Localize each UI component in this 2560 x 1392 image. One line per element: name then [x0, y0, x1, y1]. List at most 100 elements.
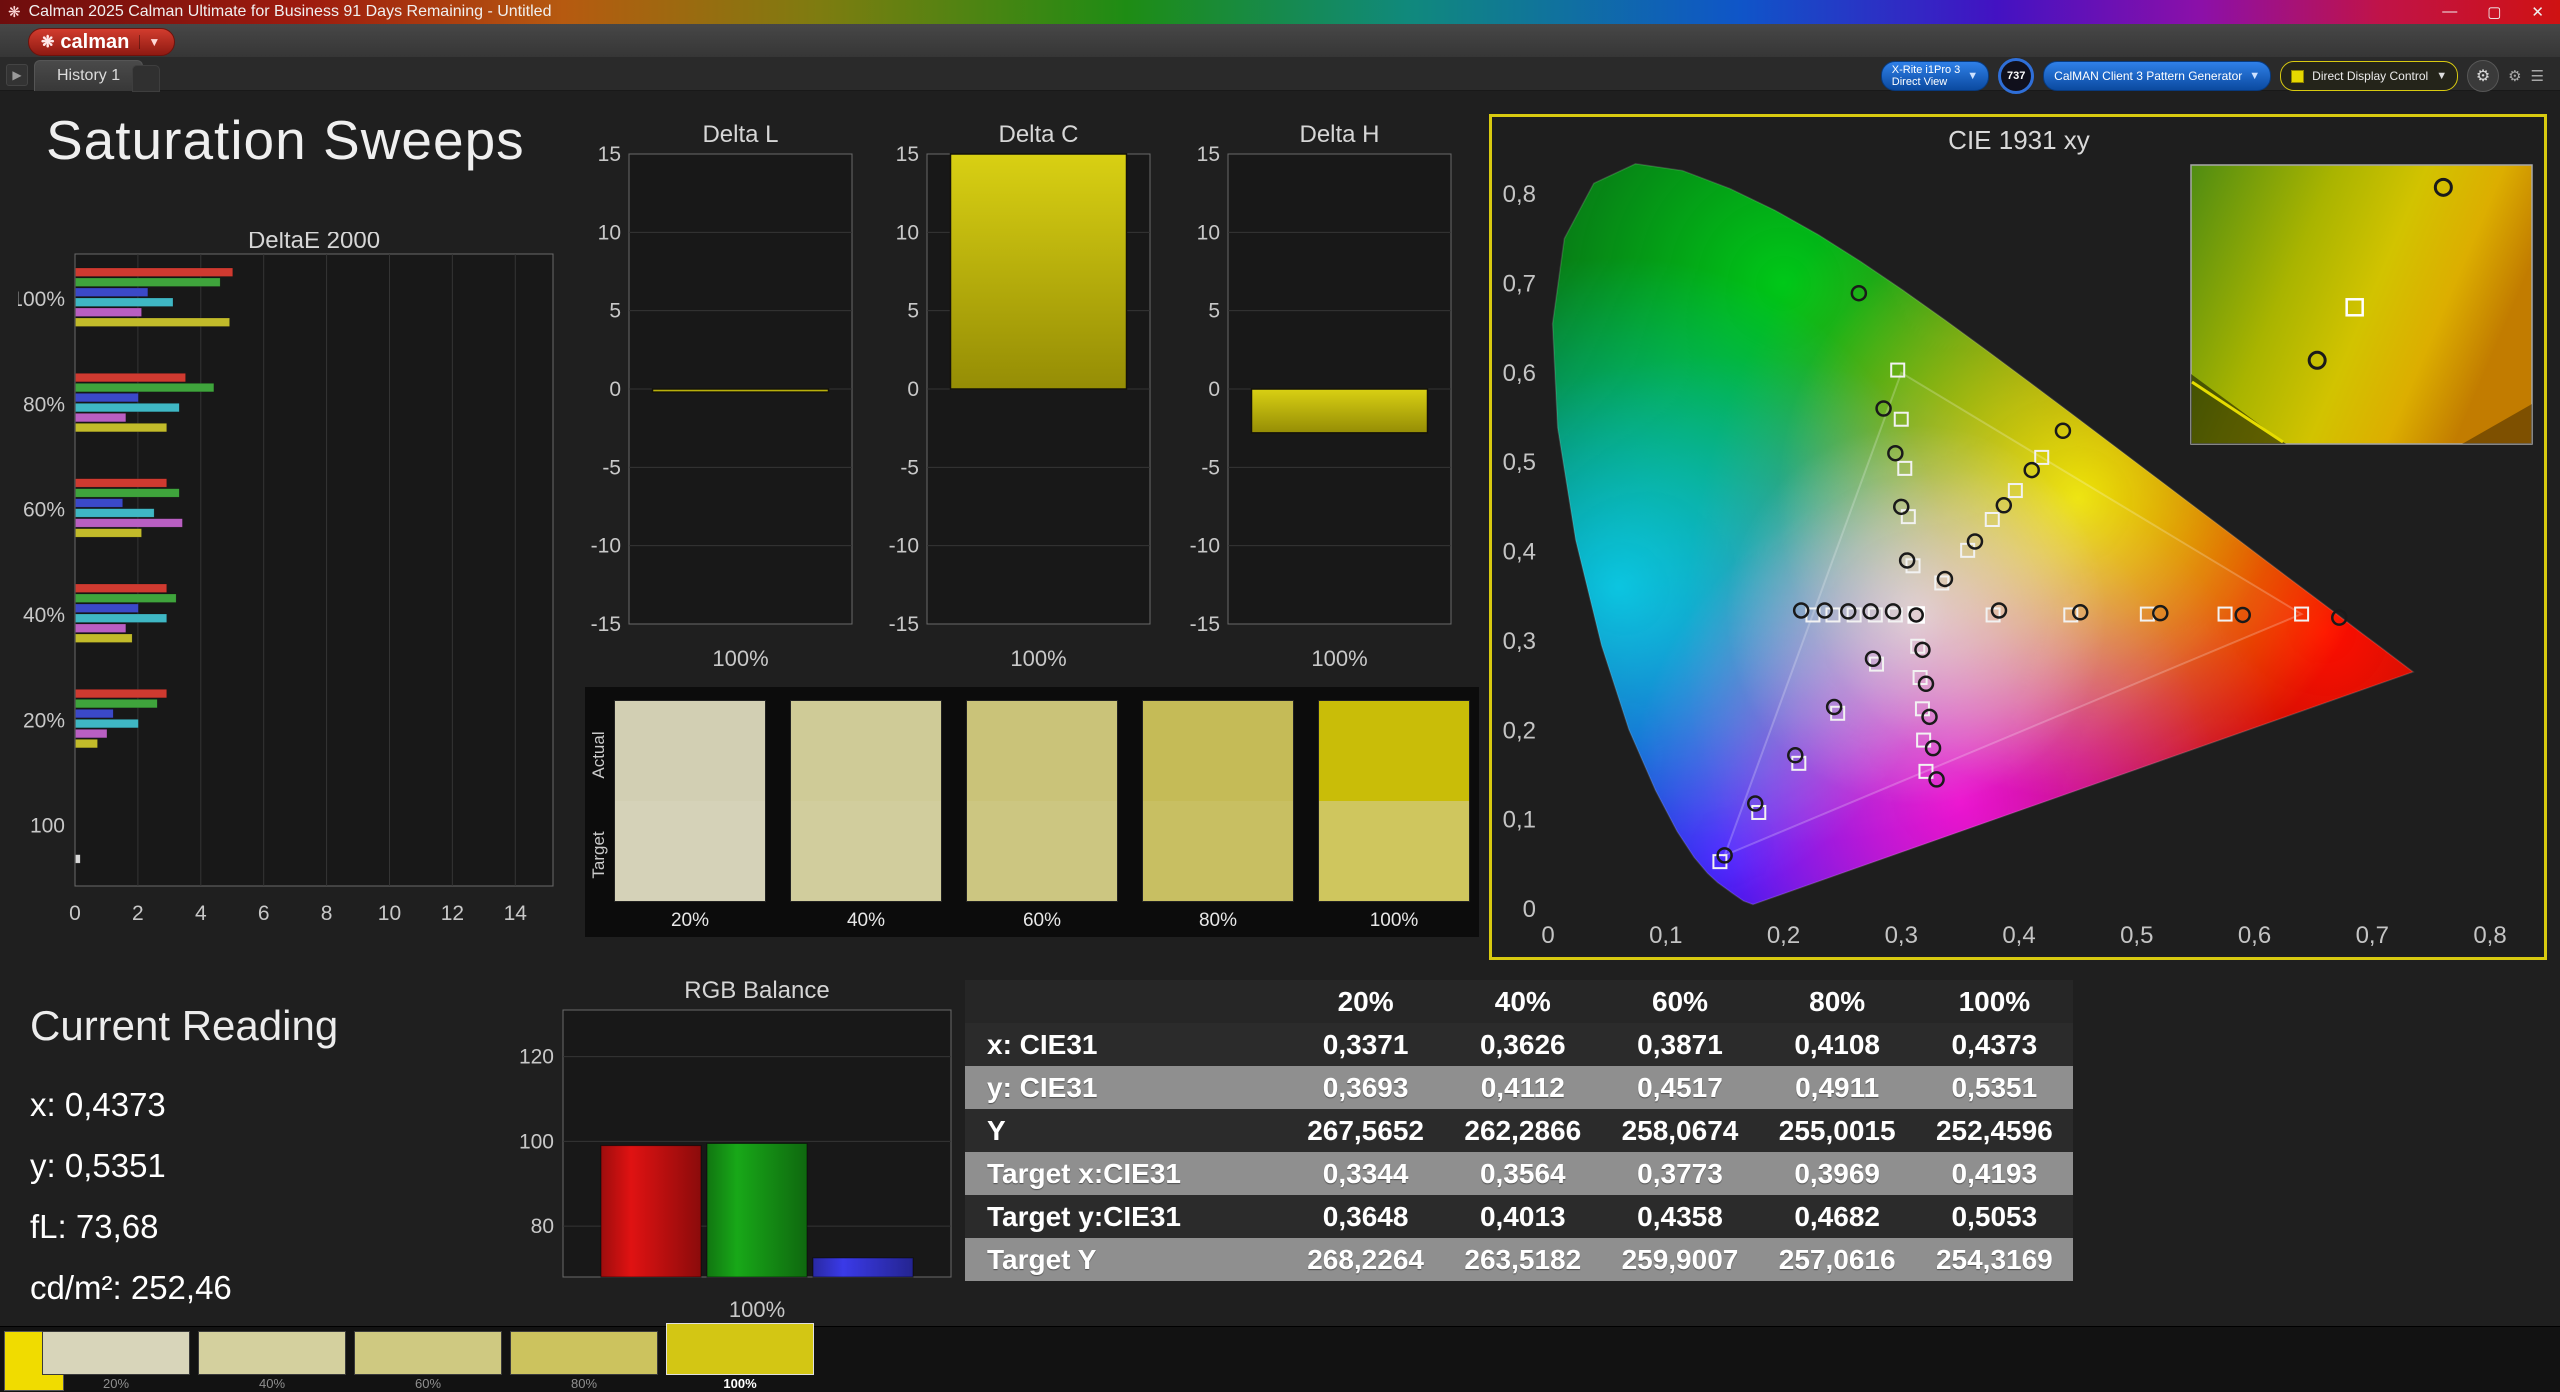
deltae-bar	[76, 318, 230, 327]
rgb-bar-blue	[813, 1258, 913, 1277]
deltae-bar	[76, 268, 233, 277]
pattern-thumbnail[interactable]: 80%	[510, 1331, 658, 1391]
thumbnail-swatch[interactable]	[666, 1323, 814, 1375]
svg-text:15: 15	[598, 143, 621, 166]
svg-text:8: 8	[321, 902, 333, 925]
svg-text:80: 80	[531, 1215, 554, 1238]
chevron-down-icon: ▼	[2249, 70, 2260, 82]
table-cell: 268,2264	[1287, 1238, 1444, 1281]
menu-bar: ❋ calman ▼	[0, 24, 2560, 58]
deltae-bar	[76, 489, 180, 498]
table-header: 60%	[1601, 980, 1758, 1023]
swatch-label: 60%	[1023, 910, 1061, 932]
minimize-button[interactable]: —	[2442, 3, 2457, 21]
table-cell: 263,5182	[1444, 1238, 1601, 1281]
actual-swatch	[1142, 700, 1294, 801]
swatch-label: 40%	[847, 910, 885, 932]
row-label: Target y:CIE31	[965, 1195, 1287, 1238]
deltae-bar	[76, 423, 167, 432]
svg-text:-15: -15	[591, 613, 621, 636]
gear-icon[interactable]: ⚙	[2508, 67, 2521, 85]
svg-text:4: 4	[195, 902, 207, 925]
deltae-bar	[76, 594, 177, 603]
svg-text:Delta L: Delta L	[702, 124, 778, 148]
table-cell: 0,3626	[1444, 1023, 1601, 1066]
meter-dropdown[interactable]: X-Rite i1Pro 3 Direct View ▼	[1881, 61, 1989, 91]
meter-mode: Direct View	[1892, 76, 1960, 88]
tab-scroll-button[interactable]: ▶	[6, 64, 28, 86]
calman-flower-icon: ❋	[8, 3, 21, 21]
svg-text:15: 15	[1197, 143, 1220, 166]
row-label: y: CIE31	[965, 1066, 1287, 1109]
row-label: Target Y	[965, 1238, 1287, 1281]
swatch-column: 100%	[1319, 700, 1469, 932]
svg-text:60%: 60%	[23, 499, 65, 522]
pattern-thumbnail[interactable]: 20%	[42, 1331, 190, 1391]
svg-text:40%: 40%	[23, 604, 65, 627]
delta-c-chart: Delta C151050-5-10-15100%	[880, 124, 1160, 684]
rgb-balance-chart: RGB Balance80100120100%	[505, 980, 965, 1325]
actual-swatch	[614, 700, 766, 801]
deltae-bar	[76, 499, 123, 508]
menu-icon[interactable]: ☰	[2531, 67, 2544, 85]
actual-swatch	[790, 700, 942, 801]
table-cell: 0,4108	[1759, 1023, 1916, 1066]
table-cell: 254,3169	[1916, 1238, 2073, 1281]
thumbnail-swatch[interactable]	[42, 1331, 190, 1375]
swatch-columns: 20%40%60%80%100%	[615, 700, 1469, 932]
window-controls: — ▢ ✕	[2442, 3, 2560, 21]
swatch-column: 40%	[791, 700, 941, 932]
pattern-thumbnail[interactable]: 40%	[198, 1331, 346, 1391]
current-reading-values: x: 0,4373y: 0,5351fL: 73,68cd/m²: 252,46	[30, 1074, 338, 1318]
calman-flower-icon: ❋	[41, 32, 54, 52]
target-row-label: Target	[589, 805, 609, 905]
table-cell: 257,0616	[1759, 1238, 1916, 1281]
svg-text:80%: 80%	[23, 393, 65, 416]
table-cell: 0,3969	[1759, 1152, 1916, 1195]
actual-row-label: Actual	[589, 705, 609, 805]
pattern-generator-dropdown[interactable]: CalMAN Client 3 Pattern Generator ▼	[2043, 61, 2271, 91]
svg-text:Delta C: Delta C	[998, 124, 1078, 148]
cie-1931-panel: 00,10,20,30,40,50,60,70,800,10,20,30,40,…	[1489, 114, 2547, 960]
svg-text:0,7: 0,7	[1503, 270, 1536, 297]
calman-menu-button[interactable]: ❋ calman ▼	[28, 28, 175, 56]
close-button[interactable]: ✕	[2531, 3, 2544, 21]
thumbnail-swatch[interactable]	[354, 1331, 502, 1375]
settings-gear-button[interactable]: ⚙	[2467, 60, 2499, 92]
swatch-column: 60%	[967, 700, 1117, 932]
maximize-button[interactable]: ▢	[2487, 3, 2501, 21]
table-row: Target Y268,2264263,5182259,9007257,0616…	[965, 1238, 2073, 1281]
table-cell: 0,3648	[1287, 1195, 1444, 1238]
table-row: x: CIE310,33710,36260,38710,41080,4373	[965, 1023, 2073, 1066]
thumbnail-swatch[interactable]	[510, 1331, 658, 1375]
svg-text:14: 14	[504, 902, 528, 925]
tab-history-1[interactable]: History 1	[34, 60, 143, 91]
badge-value: 737	[2007, 70, 2025, 82]
svg-text:100: 100	[30, 815, 65, 838]
svg-text:Delta H: Delta H	[1299, 124, 1379, 148]
deltae-bar	[76, 298, 173, 307]
table-cell: 0,4358	[1601, 1195, 1758, 1238]
generator-name: CalMAN Client 3 Pattern Generator	[2054, 69, 2242, 83]
svg-text:-10: -10	[591, 535, 621, 558]
tab-stub[interactable]	[132, 65, 160, 92]
table-cell: 0,3871	[1601, 1023, 1758, 1066]
swatch-label: 80%	[1199, 910, 1237, 932]
pattern-thumbnail[interactable]: 100%	[666, 1323, 814, 1391]
svg-text:0,2: 0,2	[1503, 717, 1536, 744]
window-title: Calman 2025 Calman Ultimate for Business…	[29, 3, 552, 21]
svg-text:100%: 100%	[712, 646, 768, 671]
pattern-thumbnail[interactable]: 60%	[354, 1331, 502, 1391]
current-reading-panel: Current Reading x: 0,4373y: 0,5351fL: 73…	[30, 1002, 338, 1318]
display-control-dropdown[interactable]: Direct Display Control ▼	[2280, 61, 2458, 91]
deltae-bar	[76, 278, 221, 287]
svg-text:0,8: 0,8	[2473, 922, 2506, 949]
svg-text:0,6: 0,6	[1503, 360, 1536, 387]
deltae-bar	[76, 383, 214, 392]
svg-text:0,1: 0,1	[1503, 807, 1536, 834]
table-row: Target y:CIE310,36480,40130,43580,46820,…	[965, 1195, 2073, 1238]
table-header: 20%	[1287, 980, 1444, 1023]
delta-h-chart: Delta H151050-5-10-15100%	[1181, 124, 1461, 684]
table-cell: 0,3773	[1601, 1152, 1758, 1195]
thumbnail-swatch[interactable]	[198, 1331, 346, 1375]
